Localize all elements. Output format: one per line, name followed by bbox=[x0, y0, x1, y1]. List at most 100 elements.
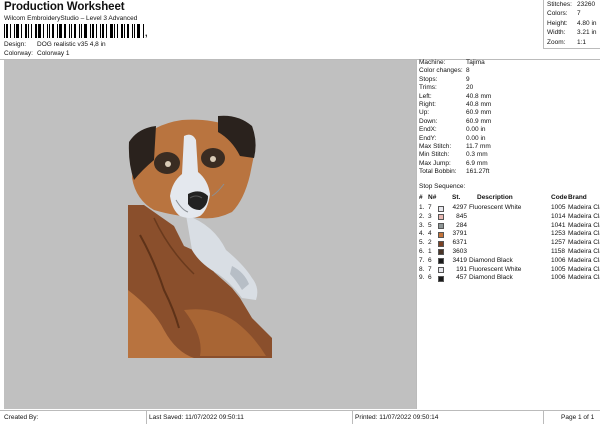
thread-color-swatch bbox=[438, 258, 444, 265]
meta-row: Colorway: Colorway 1 bbox=[4, 50, 106, 59]
software-subtitle: Wilcom EmbroideryStudio – Level 3 Advanc… bbox=[4, 15, 138, 22]
seq-needle: 6 bbox=[428, 256, 432, 264]
seq-brand: Madeira Classic 40 bbox=[568, 239, 600, 247]
seq-description: Fluorescent White bbox=[469, 265, 522, 273]
col-header-st: St. bbox=[452, 194, 461, 201]
stop-sequence-title: Stop Sequence: bbox=[419, 183, 466, 190]
seq-stitches: 4297 bbox=[452, 204, 467, 211]
seq-description: Fluorescent White bbox=[469, 204, 522, 211]
machine-stat-row: Total Bobbin: 161.27ft bbox=[419, 168, 491, 176]
seq-description: Diamond Black bbox=[469, 274, 513, 282]
barcode-bar bbox=[43, 24, 44, 38]
machine-stat-label: Machine: bbox=[419, 59, 446, 66]
machine-stat-row: Machine: Tajima bbox=[419, 59, 491, 67]
barcode-bar bbox=[31, 24, 32, 38]
machine-stat-label: Max Stitch: bbox=[419, 142, 452, 150]
design-canvas[interactable] bbox=[4, 60, 416, 409]
barcode-bar bbox=[79, 24, 80, 38]
barcode-bar bbox=[57, 24, 58, 38]
barcode-bar bbox=[143, 24, 144, 38]
barcode-bar bbox=[137, 24, 140, 38]
seq-brand: Madeira Classic 40 bbox=[568, 274, 600, 282]
seq-code: 1014 bbox=[551, 212, 566, 220]
barcode-bar bbox=[132, 24, 133, 38]
barcode-bar bbox=[117, 24, 118, 38]
machine-stat-label: EndY: bbox=[419, 134, 437, 142]
barcode-bar bbox=[84, 24, 87, 38]
machine-stat-value: 0.00 in bbox=[466, 126, 486, 134]
machine-stat-row: Min Stitch: 0.3 mm bbox=[419, 151, 491, 159]
barcode-bar bbox=[74, 24, 76, 38]
seq-code: 1158 bbox=[551, 247, 565, 255]
thread-color-swatch bbox=[438, 223, 444, 230]
thread-color-swatch bbox=[438, 240, 444, 247]
meta-value: Colorway 1 bbox=[37, 49, 70, 57]
seq-stitches: 3791 bbox=[452, 230, 467, 238]
page-number: Page 1 of 1 bbox=[561, 414, 595, 421]
divider bbox=[543, 48, 600, 49]
seq-brand: Madeira Classic 40 bbox=[568, 247, 600, 255]
machine-stat-value: 0.3 mm bbox=[466, 151, 488, 159]
barcode-bar bbox=[38, 24, 41, 38]
barcode-bar bbox=[81, 24, 82, 38]
thread-color-swatch bbox=[438, 214, 444, 221]
sequence-row: 4.4 3791 1253Madeira Classic 40 bbox=[419, 230, 600, 239]
machine-stat-value: 0.00 in bbox=[466, 134, 486, 142]
machine-stat-row: Stops: 9 bbox=[419, 76, 491, 84]
thread-color-swatch bbox=[438, 267, 444, 274]
barcode-bar bbox=[4, 24, 5, 38]
machine-stat-row: Max Jump: 6.9 mm bbox=[419, 160, 491, 168]
machine-stat-value: 60.9 mm bbox=[466, 109, 492, 117]
stat-label: Height: bbox=[547, 19, 568, 27]
barcode-bar bbox=[47, 24, 48, 38]
seq-code: 1006 bbox=[551, 256, 566, 264]
right-info-panel: Machine: Tajima Color changes: 8 Stops: 9 Trim… bbox=[416, 59, 600, 409]
machine-stat-value: 11.7 mm bbox=[466, 142, 491, 150]
seq-code: 1257 bbox=[551, 239, 566, 247]
seq-num: 8. bbox=[419, 265, 425, 273]
seq-needle: 3 bbox=[428, 212, 432, 220]
thread-color-swatch bbox=[438, 275, 444, 282]
dog-embroidery-image bbox=[128, 115, 272, 358]
barcode-bar bbox=[21, 24, 22, 38]
machine-stat-value: 161.27ft bbox=[466, 168, 490, 176]
barcode-bar bbox=[35, 24, 37, 38]
sequence-row: 3.5 284 1041Madeira Classic 40 bbox=[419, 222, 600, 231]
barcode-bar bbox=[28, 24, 29, 38]
machine-stat-row: Left: 40.8 mm bbox=[419, 93, 491, 101]
seq-needle: 6 bbox=[428, 274, 432, 282]
stat-value: 1:1 bbox=[577, 38, 587, 46]
barcode-bar bbox=[110, 24, 113, 38]
barcode-bar bbox=[106, 24, 107, 38]
seq-stitches: 284 bbox=[456, 221, 467, 229]
col-header-brand: Brand bbox=[568, 194, 587, 201]
seq-stitches: 3419 bbox=[452, 256, 467, 264]
seq-needle: 4 bbox=[428, 230, 432, 238]
machine-stat-row: Trims: 20 bbox=[419, 84, 491, 92]
machine-stat-value: 60.9 mm bbox=[466, 117, 492, 125]
stat-row: Height: 4.80 in bbox=[544, 19, 600, 28]
divider bbox=[352, 411, 353, 424]
sequence-row: 8.7 191Fluorescent White 1005Madeira Class… bbox=[419, 266, 600, 275]
thread-color-swatch bbox=[438, 249, 444, 256]
machine-stat-row: Right: 40.8 mm bbox=[419, 101, 491, 109]
machine-stat-label: Max Jump: bbox=[419, 159, 451, 167]
last-saved: Last Saved: 11/07/2022 09:50:11 bbox=[149, 414, 244, 421]
seq-code: 1006 bbox=[551, 274, 566, 282]
seq-brand: Madeira Classic 40 bbox=[568, 204, 600, 211]
barcode-bar bbox=[124, 24, 125, 38]
barcode-bar bbox=[10, 24, 11, 38]
seq-brand: Madeira Classic 40 bbox=[568, 212, 600, 220]
sequence-row: 6.1 3603 1158Madeira Classic 40 bbox=[419, 248, 600, 257]
barcode-bar bbox=[25, 24, 27, 38]
seq-num: 7. bbox=[419, 256, 425, 264]
seq-code: 1005 bbox=[551, 265, 566, 273]
machine-stat-value: 20 bbox=[466, 84, 474, 92]
machine-stat-value: 40.8 mm bbox=[466, 100, 492, 108]
stat-label: Width: bbox=[547, 29, 566, 37]
barcode-bar bbox=[71, 24, 72, 38]
machine-stat-label: Total Bobbin: bbox=[419, 168, 457, 176]
stat-value: 23260 bbox=[577, 1, 596, 8]
seq-description: Diamond Black bbox=[469, 256, 513, 264]
barcode-bar bbox=[90, 24, 91, 38]
